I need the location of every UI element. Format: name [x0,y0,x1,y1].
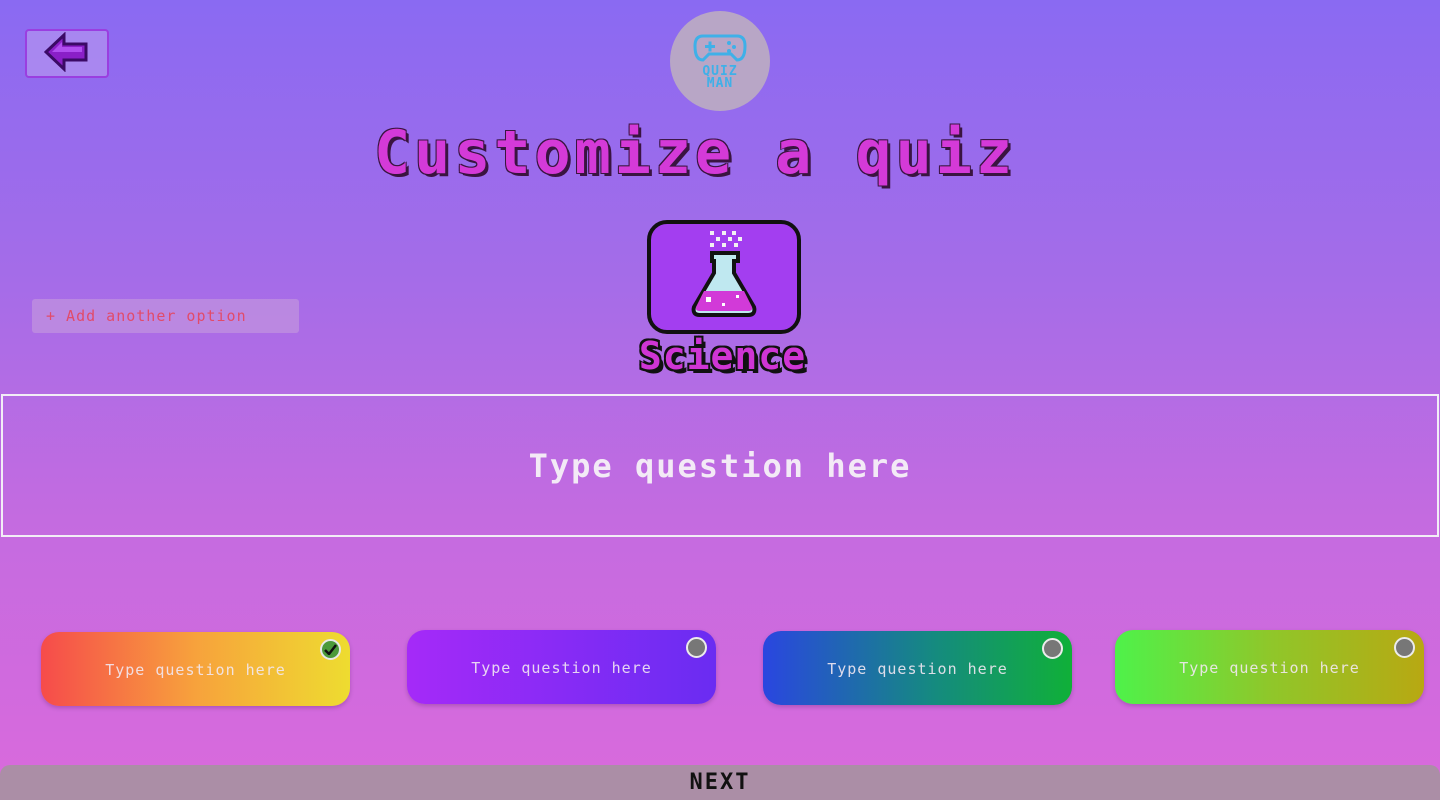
answer-input-3[interactable] [763,631,1072,705]
answer-option-4[interactable] [1115,630,1424,704]
back-button[interactable] [25,29,109,78]
logo-text: QUIZ MAN [702,64,738,91]
answer-option-2[interactable] [407,630,716,704]
correct-answer-radio-3[interactable] [1042,638,1063,659]
correct-answer-radio-4[interactable] [1394,637,1415,658]
flask-icon [682,229,766,325]
answer-input-2[interactable] [407,630,716,704]
question-field[interactable] [1,394,1439,537]
category-icon-tile[interactable] [647,220,801,334]
answer-option-1[interactable] [41,632,350,706]
add-option-button[interactable]: + Add another option [32,299,299,333]
answer-option-3[interactable] [763,631,1072,705]
next-button[interactable]: NEXT [0,765,1440,800]
checkmark-icon [324,640,337,659]
correct-answer-radio-2[interactable] [686,637,707,658]
question-input[interactable] [3,396,1437,535]
app-logo: QUIZ MAN [670,11,770,111]
correct-answer-radio-1[interactable] [320,639,341,660]
category-label: Science [638,334,807,378]
arrow-left-icon [43,31,90,76]
page-title: Customize a quiz [374,118,1016,188]
answer-input-1[interactable] [41,632,350,706]
answer-input-4[interactable] [1115,630,1424,704]
gamepad-icon [693,32,747,66]
